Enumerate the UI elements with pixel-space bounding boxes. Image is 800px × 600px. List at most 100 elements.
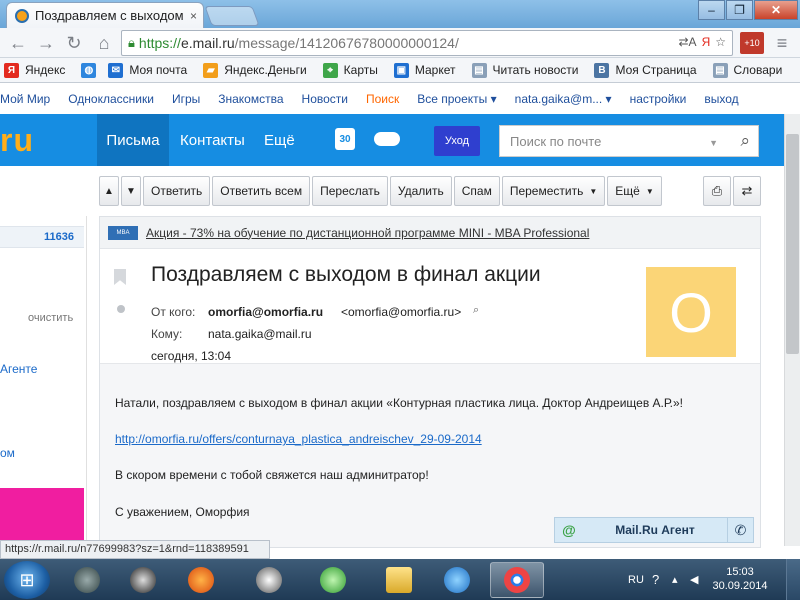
system-clock[interactable]: 15:03 30.09.2014: [708, 565, 772, 593]
language-indicator[interactable]: RU: [628, 559, 644, 600]
sidebar-agent-link[interactable]: Агенте: [0, 362, 37, 376]
cloud-icon[interactable]: [374, 132, 400, 146]
unread-dot-icon[interactable]: [117, 305, 125, 313]
message-subject: Поздравляем с выходом в финал акции: [151, 263, 541, 286]
more-button[interactable]: Ещё ▼: [607, 176, 662, 206]
mailru-logo[interactable]: ru: [0, 122, 34, 159]
bookmark-item[interactable]: ◍: [81, 62, 102, 78]
window-minimize-button[interactable]: –: [698, 0, 725, 20]
address-bar[interactable]: 🔒︎ https:// e.mail.ru /message/141206767…: [121, 30, 733, 56]
taskbar-hp-icon[interactable]: [242, 562, 296, 598]
globe-icon: ◍: [81, 62, 97, 78]
help-icon[interactable]: ?: [652, 559, 659, 600]
portal-item-all-projects[interactable]: Все проекты ▾: [417, 92, 496, 106]
show-desktop-button[interactable]: [786, 559, 800, 600]
clear-link[interactable]: очистить: [28, 312, 73, 324]
agent-title[interactable]: Mail.Ru Агент: [583, 523, 727, 537]
spam-button[interactable]: Спам: [453, 176, 500, 206]
bookmark-item[interactable]: ▰ Яндекс.Деньги: [203, 62, 307, 78]
bookmark-item[interactable]: ✉ Моя почта: [108, 62, 187, 78]
next-message-button[interactable]: ▼: [121, 176, 141, 206]
message-panel: MBA Акция - 73% на обучение по дистанцио…: [99, 216, 761, 548]
mailru-agent-widget[interactable]: @ Mail.Ru Агент ✆: [554, 517, 754, 543]
mail-search-input[interactable]: Поиск по почте ▼ ⌕: [499, 125, 759, 157]
portal-item-moymir[interactable]: Мой Мир: [0, 92, 50, 106]
taskbar-app-icon[interactable]: [60, 562, 114, 598]
ad-bar[interactable]: MBA Акция - 73% на обучение по дистанцио…: [100, 217, 760, 249]
chrome-menu-icon[interactable]: ≡: [770, 32, 794, 54]
from-label: От кого:: [151, 305, 196, 319]
sender-name[interactable]: omorfia@omorfia.ru: [208, 305, 323, 319]
portal-user[interactable]: nata.gaika@m... ▾: [515, 92, 612, 106]
search-placeholder: Поиск по почте: [510, 133, 602, 149]
bookmark-item[interactable]: ▤ Словари: [712, 62, 783, 78]
tab-close-icon[interactable]: ×: [184, 9, 203, 23]
move-button[interactable]: Переместить ▼: [501, 176, 606, 206]
portal-settings[interactable]: настройки: [630, 92, 687, 106]
chevron-down-icon[interactable]: ▼: [709, 138, 718, 148]
taskbar-chrome-icon[interactable]: [490, 562, 544, 598]
new-tab-button[interactable]: [204, 6, 260, 26]
wallet-icon: ▰: [203, 62, 219, 78]
sender-search-icon[interactable]: ⌕: [473, 304, 479, 317]
taskbar-folder-icon[interactable]: [372, 562, 426, 598]
scrollbar-thumb[interactable]: [786, 134, 799, 354]
extension-badge-icon[interactable]: +10: [740, 32, 764, 54]
reply-button[interactable]: Ответить: [143, 176, 211, 206]
ukhod-button[interactable]: Уход: [434, 126, 480, 156]
sender-email[interactable]: <omorfia@omorfia.ru>: [341, 305, 461, 319]
taskbar-camera-icon[interactable]: [116, 562, 170, 598]
bookmark-item[interactable]: ⌖ Карты: [322, 62, 378, 78]
ad-link[interactable]: Акция - 73% на обучение по дистанционной…: [146, 226, 589, 240]
sidebar-link[interactable]: ом: [0, 446, 15, 460]
taskbar-network-icon[interactable]: [306, 562, 360, 598]
bookmark-label: Словари: [733, 63, 783, 77]
bookmark-item[interactable]: ▤ Читать новости: [471, 62, 578, 78]
inbox-count-badge[interactable]: 11636: [0, 226, 84, 248]
page-scrollbar[interactable]: [784, 114, 800, 546]
translate-icon[interactable]: ⇄A: [679, 35, 697, 49]
reply-all-button[interactable]: Ответить всем: [212, 176, 311, 206]
taskbar-ie-icon[interactable]: [430, 562, 484, 598]
bookmark-label: Моя Страница: [615, 63, 697, 77]
browser-tab-active[interactable]: Поздравляем с выходом ×: [6, 2, 204, 28]
bookmark-item[interactable]: ▣ Маркет: [393, 62, 456, 78]
print-icon[interactable]: ⎙: [703, 176, 731, 206]
page-icon: ▤: [471, 62, 487, 78]
tab-letters[interactable]: Письма: [97, 114, 169, 166]
volume-icon[interactable]: ◀: [690, 559, 698, 600]
flag-icon[interactable]: [114, 269, 126, 285]
reload-icon[interactable]: ↻: [62, 32, 86, 54]
bookmark-label: Маркет: [414, 63, 456, 77]
bookmark-item[interactable]: В Моя Страница: [594, 62, 697, 78]
start-button[interactable]: ⊞: [4, 561, 50, 599]
message-date: сегодня, 13:04: [151, 349, 232, 363]
portal-item-search[interactable]: Поиск: [366, 92, 399, 106]
forward-button[interactable]: Переслать: [312, 176, 388, 206]
tab-more[interactable]: Ещё: [264, 114, 295, 166]
window-close-button[interactable]: ✕: [754, 0, 798, 20]
back-arrow-icon[interactable]: ←: [6, 32, 30, 54]
home-icon[interactable]: ⌂: [92, 32, 116, 54]
tray-chevron-icon[interactable]: ▴: [672, 559, 678, 600]
swap-view-icon[interactable]: ⇄: [733, 176, 761, 206]
phone-icon[interactable]: ✆: [727, 518, 753, 542]
portal-item-news[interactable]: Новости: [302, 92, 348, 106]
portal-item-games[interactable]: Игры: [172, 92, 200, 106]
prev-message-button[interactable]: ▲: [99, 176, 119, 206]
yandex-ext-icon[interactable]: Я: [702, 35, 711, 49]
calendar-icon[interactable]: 30: [335, 128, 355, 150]
forward-arrow-icon[interactable]: →: [34, 32, 58, 54]
search-icon[interactable]: ⌕: [740, 131, 750, 151]
body-link[interactable]: http://omorfia.ru/offers/conturnaya_plas…: [115, 432, 482, 446]
window-restore-button[interactable]: ❐: [726, 0, 753, 20]
taskbar-media-icon[interactable]: [174, 562, 228, 598]
portal-item-dating[interactable]: Знакомства: [218, 92, 283, 106]
tab-contacts[interactable]: Контакты: [180, 114, 245, 166]
portal-logout[interactable]: выход: [704, 92, 738, 106]
body-paragraph: В скором времени с тобой свяжется наш ад…: [115, 468, 429, 482]
bookmark-star-icon[interactable]: ☆: [715, 35, 726, 49]
delete-button[interactable]: Удалить: [389, 176, 452, 206]
portal-item-ok[interactable]: Одноклассники: [68, 92, 154, 106]
bookmark-item[interactable]: Я Яндекс: [4, 62, 65, 78]
